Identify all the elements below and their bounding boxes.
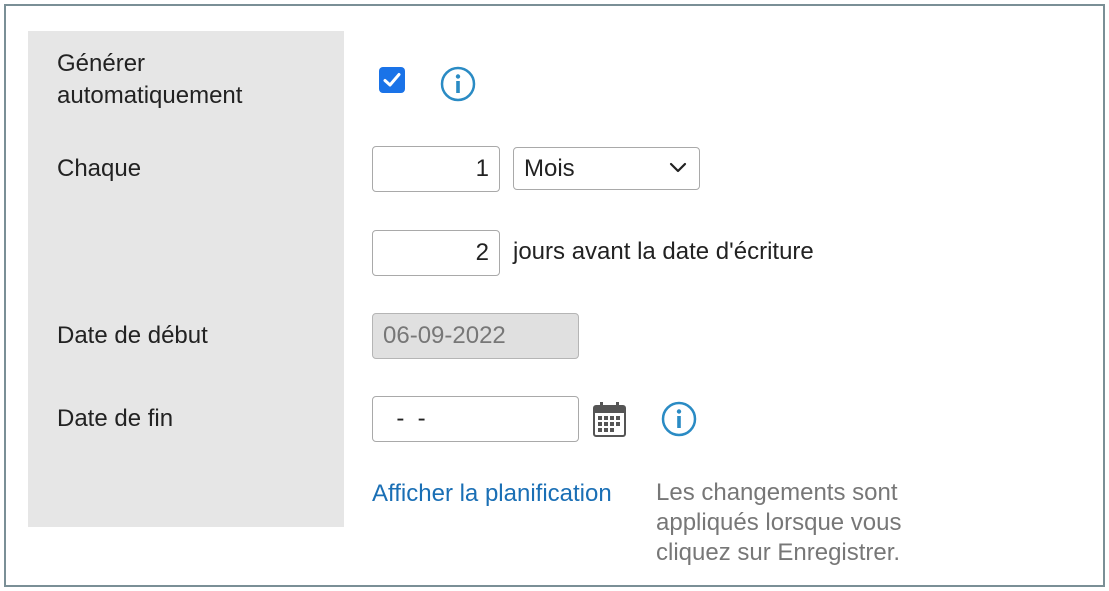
- end-date-input[interactable]: - -: [372, 396, 579, 442]
- info-icon[interactable]: [440, 66, 476, 102]
- days-before-text: jours avant la date d'écriture: [513, 238, 814, 265]
- end-date-label: Date de fin: [57, 405, 174, 432]
- every-label: Chaque: [57, 155, 142, 182]
- start-date-label: Date de début: [57, 322, 208, 349]
- period-selected-value: Mois: [524, 155, 575, 182]
- end-date-info-icon[interactable]: [661, 401, 697, 437]
- show-schedule-link[interactable]: Afficher la planification: [372, 478, 612, 510]
- calendar-icon[interactable]: [593, 401, 626, 437]
- days-before-input[interactable]: 2: [372, 230, 500, 276]
- auto-generate-label: Générer automatiquement: [57, 50, 243, 109]
- save-note: Les changements sont appliqués lorsque v…: [656, 479, 902, 566]
- period-select[interactable]: Mois: [513, 147, 700, 190]
- auto-generate-checkbox[interactable]: [379, 67, 405, 93]
- start-date-field: 06-09-2022: [372, 313, 579, 359]
- checkmark-icon: [383, 73, 401, 87]
- chevron-down-icon: [669, 162, 687, 173]
- every-value-input[interactable]: 1: [372, 146, 500, 192]
